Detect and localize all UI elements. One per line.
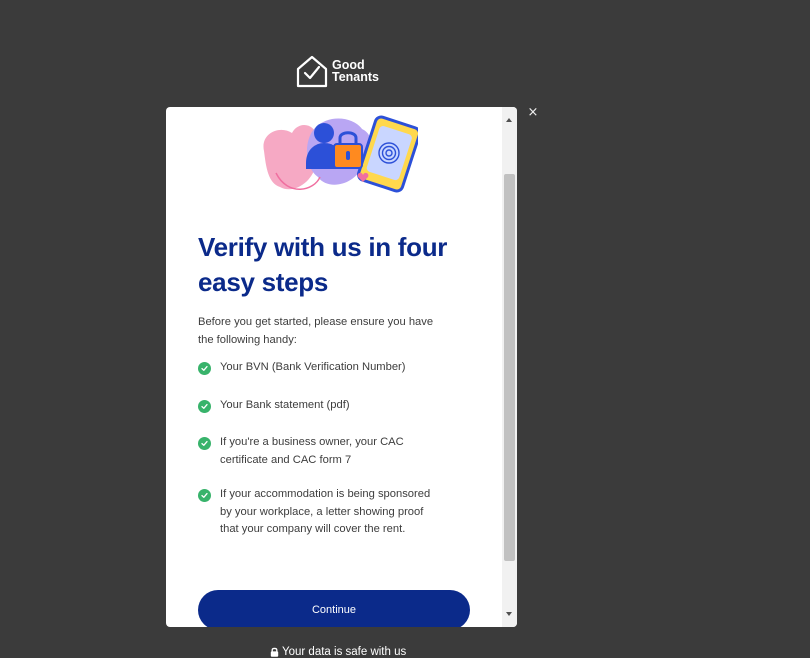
continue-button[interactable]: Continue	[198, 590, 470, 627]
brand-name: Good Tenants	[332, 59, 379, 84]
modal-heading: Verify with us in four easy steps	[198, 232, 448, 297]
security-verification-illustration	[263, 115, 418, 193]
data-safety-text: Your data is safe with us	[282, 646, 407, 658]
requirement-text: If you're a business owner, your CAC cer…	[220, 436, 404, 466]
requirement-text: Your Bank statement (pdf)	[220, 399, 350, 411]
modal-content: Verify with us in four easy steps Before…	[166, 107, 502, 627]
scroll-down-icon[interactable]	[506, 612, 512, 616]
requirement-text: Your BVN (Bank Verification Number)	[220, 361, 406, 373]
close-modal-button[interactable]: ×	[527, 106, 539, 120]
check-circle-icon	[198, 489, 211, 502]
list-item: If your accommodation is being sponsored…	[198, 486, 448, 539]
modal-scrollbar[interactable]	[502, 107, 517, 627]
requirement-text: If your accommodation is being sponsored…	[220, 488, 431, 535]
page-backdrop: Good Tenants × Verify with us in four ea…	[0, 0, 810, 658]
modal-intro-text: Before you get started, please ensure yo…	[198, 316, 434, 346]
check-circle-icon	[198, 400, 211, 413]
brand-logo: Good Tenants	[295, 53, 395, 89]
data-safety-note: Your data is safe with us	[270, 645, 406, 658]
list-item: Your Bank statement (pdf)	[198, 397, 448, 415]
list-item: Your BVN (Bank Verification Number)	[198, 359, 448, 377]
house-check-icon	[296, 55, 328, 88]
brand-name-line2: Tenants	[332, 70, 379, 84]
check-circle-icon	[198, 362, 211, 375]
check-circle-icon	[198, 437, 211, 450]
lock-icon	[270, 647, 279, 657]
scroll-up-icon[interactable]	[506, 118, 512, 122]
scrollbar-thumb[interactable]	[504, 174, 515, 561]
verification-modal: Verify with us in four easy steps Before…	[166, 107, 517, 627]
list-item: If you're a business owner, your CAC cer…	[198, 434, 448, 469]
